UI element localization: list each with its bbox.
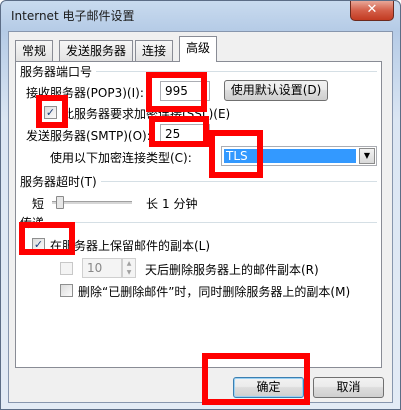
remove-days-input[interactable]: 10 xyxy=(82,258,122,278)
ports-group-title: 服务器端口号 xyxy=(20,63,97,80)
tab-advanced[interactable]: 高级 xyxy=(179,36,218,62)
annotation-box xyxy=(36,95,68,128)
close-icon[interactable]: ✕ xyxy=(350,1,394,21)
window-title: Internet 电子邮件设置 xyxy=(11,9,135,23)
annotation-box xyxy=(209,130,263,178)
settings-dialog: Internet 电子邮件设置 ✕ 常规 发送服务器 连接 高级 服务器端口号 … xyxy=(0,0,401,410)
outgoing-server-label: 发送服务器(SMTP)(O): xyxy=(26,129,151,143)
cancel-button[interactable]: 取消 xyxy=(313,377,384,398)
timeout-short-label: 短 xyxy=(32,197,45,211)
timeout-value-label: 1 分钟 xyxy=(162,197,198,211)
annotation-box xyxy=(149,116,209,147)
annotation-box xyxy=(19,222,75,255)
annotation-box xyxy=(146,72,207,112)
chevron-down-icon[interactable]: ▼ xyxy=(359,148,375,164)
remove-when-deleted-label: 删除“已删除邮件”时，同时删除服务器上的副本(M) xyxy=(78,285,351,299)
tab-connection[interactable]: 连接 xyxy=(135,40,174,61)
timeout-slider-thumb[interactable] xyxy=(55,196,64,209)
remove-when-deleted-checkbox[interactable] xyxy=(60,284,73,297)
remove-after-label: 天后删除服务器上的邮件副本(R) xyxy=(145,263,319,277)
timeout-slider-track[interactable] xyxy=(52,201,132,204)
timeout-long-label: 长 xyxy=(146,197,159,211)
annotation-box xyxy=(202,353,310,405)
title-bar[interactable]: Internet 电子邮件设置 ✕ xyxy=(1,1,400,29)
remove-after-checkbox[interactable] xyxy=(60,262,73,275)
tab-outgoing-server[interactable]: 发送服务器 xyxy=(59,40,134,61)
encryption-type-label: 使用以下加密连接类型(C): xyxy=(50,151,192,165)
use-defaults-button[interactable]: 使用默认设置(D) xyxy=(224,80,328,101)
days-spinner-icon[interactable]: ▲ ▼ xyxy=(122,258,136,278)
timeout-group-title: 服务器超时(T) xyxy=(20,173,101,190)
tab-general[interactable]: 常规 xyxy=(15,40,54,61)
